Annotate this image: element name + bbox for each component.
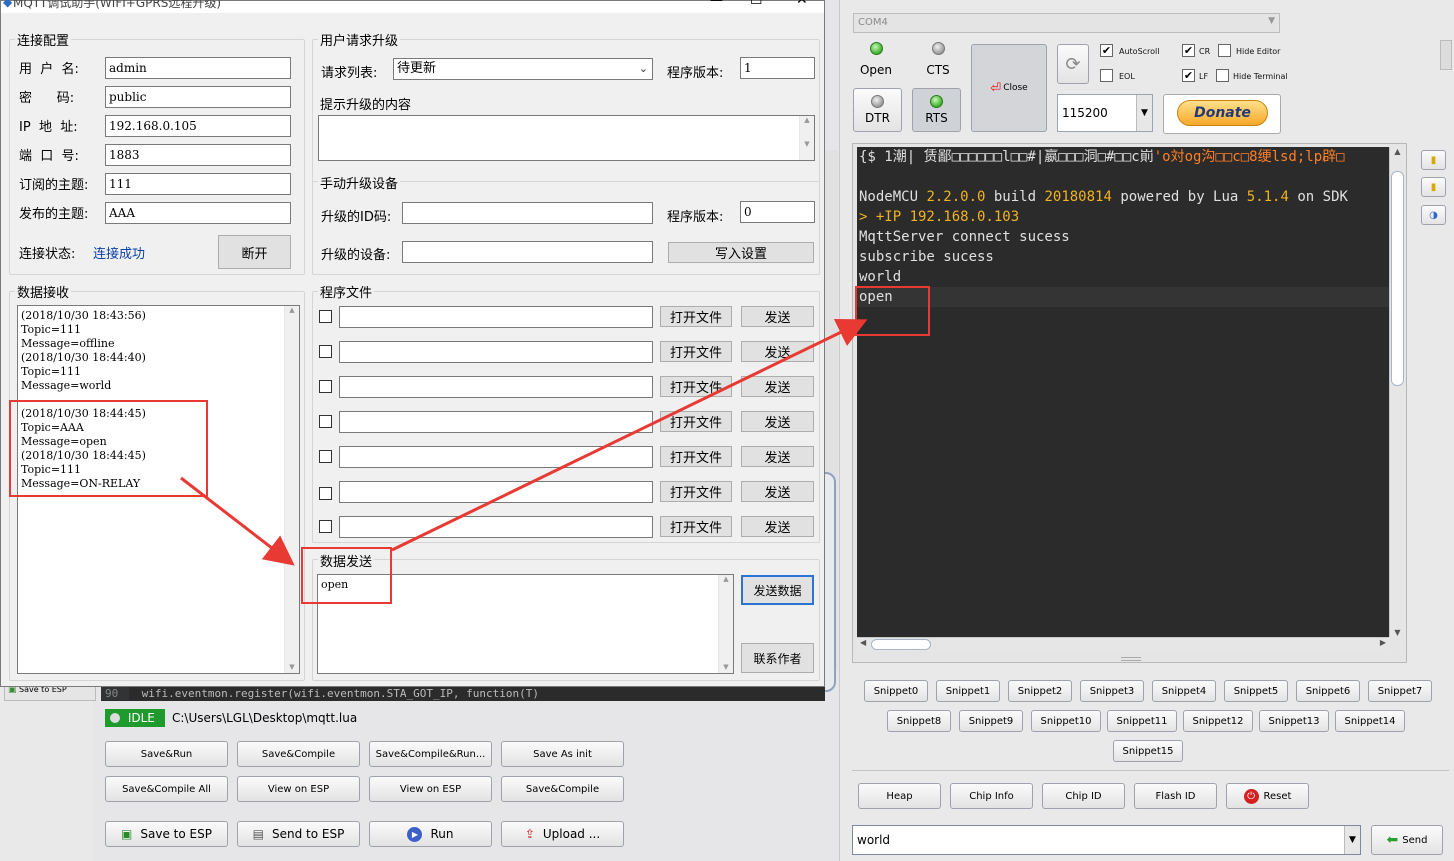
annotation-arrow-recv-to-send [180,476,295,566]
annotation-arrows [180,318,868,566]
annotation-arrow-send-to-terminal [391,318,868,552]
